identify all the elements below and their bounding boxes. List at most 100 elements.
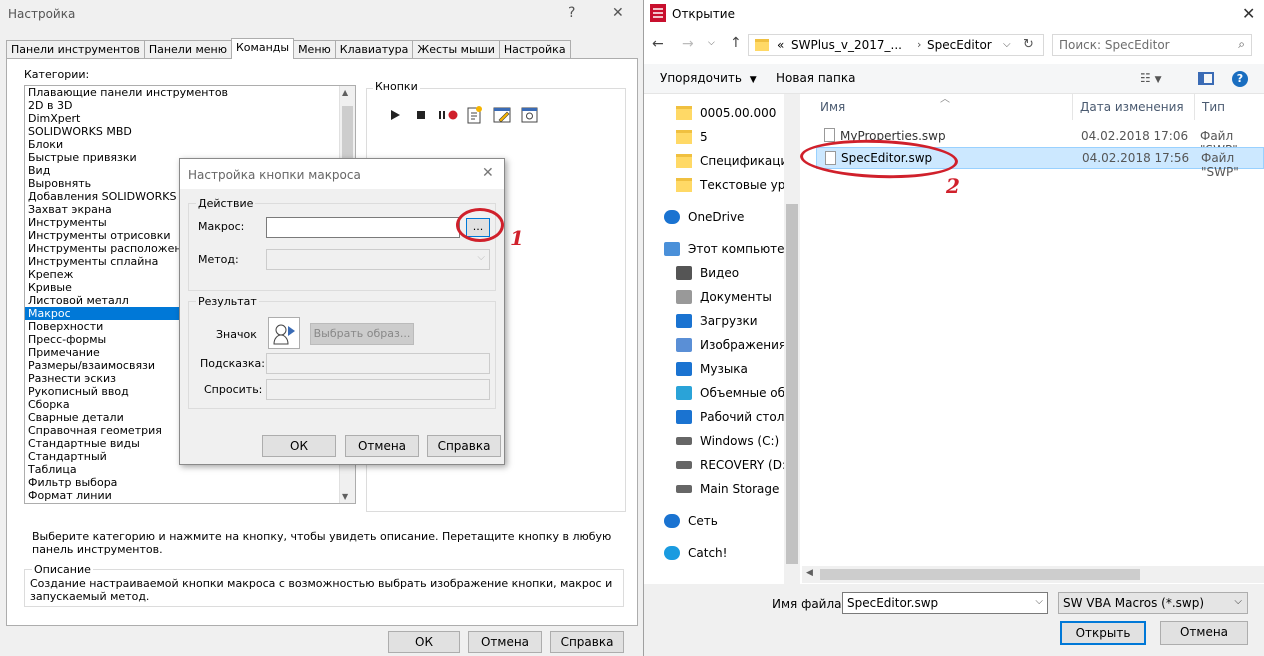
file-type-filter[interactable]: SW VBA Macros (*.swp) ⌵ <box>1058 592 1248 614</box>
nav-item[interactable]: OneDrive <box>664 210 744 224</box>
nav-item[interactable]: Catch! <box>664 546 727 560</box>
open-button[interactable]: Открыть <box>1060 621 1146 645</box>
dialog-ok-button[interactable]: ОК <box>262 435 336 457</box>
nav-item[interactable]: Рабочий стол <box>676 410 784 424</box>
download-icon <box>676 314 692 328</box>
column-name[interactable]: Имя <box>820 100 845 114</box>
hint-text: Выберите категорию и нажмите на кнопку, … <box>32 530 612 556</box>
nav-item-label: Изображения <box>700 338 787 352</box>
nav-item[interactable]: 0005.00.000 <box>676 106 776 120</box>
run-macro-icon[interactable] <box>388 108 402 122</box>
new-macro-icon[interactable] <box>466 105 484 125</box>
nav-item[interactable]: RECOVERY (D:) <box>676 458 791 472</box>
tab-menu-bars[interactable]: Панели меню <box>143 40 232 59</box>
folder-icon <box>676 130 692 144</box>
dialog-help-button[interactable]: Справка <box>427 435 501 457</box>
new-folder-button[interactable]: Новая папка <box>776 71 855 85</box>
scroll-left-icon[interactable]: ◀ <box>806 568 813 578</box>
nav-item[interactable]: Main Storage (F: <box>676 482 798 496</box>
recent-chevron-icon[interactable]: ⌵ <box>708 38 715 48</box>
cancel-button[interactable]: Отмена <box>468 631 542 653</box>
macro-path-field[interactable] <box>266 217 460 238</box>
path-segment-current[interactable]: SpecEditor <box>927 38 992 52</box>
preview-pane-icon[interactable] <box>1198 72 1214 85</box>
nav-item[interactable]: Сеть <box>664 514 718 528</box>
help-question-icon[interactable]: ? <box>1232 71 1248 87</box>
nav-item[interactable]: Этот компьютер <box>664 242 792 256</box>
description-text: Создание настраиваемой кнопки макроса с … <box>30 577 613 603</box>
method-dropdown[interactable]: ⌵ <box>266 249 490 270</box>
column-divider <box>1072 94 1073 120</box>
category-item[interactable]: SOLIDWORKS MBD <box>25 125 355 138</box>
organize-button[interactable]: Упорядочить ▼ <box>660 71 757 85</box>
scroll-down-icon[interactable]: ▼ <box>342 492 348 501</box>
column-type[interactable]: Тип <box>1202 100 1225 114</box>
help-button[interactable]: Справка <box>550 631 624 653</box>
edit-macro-icon[interactable] <box>493 106 513 124</box>
nav-item[interactable]: Объемные объ <box>676 386 794 400</box>
nav-item[interactable]: Документы <box>676 290 772 304</box>
search-box[interactable]: Поиск: SpecEditor ⌕ <box>1052 34 1252 56</box>
scroll-thumb[interactable] <box>342 106 353 166</box>
path-prefix[interactable]: « <box>777 38 784 52</box>
choose-image-button[interactable]: Выбрать образ... <box>310 323 414 345</box>
nav-scroll-thumb[interactable] <box>786 204 798 564</box>
filename-input[interactable]: SpecEditor.swp ⌵ <box>842 592 1048 614</box>
file-list-hscrollbar[interactable]: ◀ <box>802 566 1264 583</box>
close-icon[interactable]: ✕ <box>612 5 624 21</box>
nav-scrollbar[interactable] <box>784 94 800 584</box>
refresh-icon[interactable]: ↻ <box>1023 37 1034 52</box>
address-dropdown-icon[interactable]: ⌵ <box>1003 39 1011 50</box>
forward-icon[interactable]: → <box>682 36 694 52</box>
hscroll-thumb[interactable] <box>820 569 1140 580</box>
view-options-icon[interactable]: ☷ ▼ <box>1140 71 1162 85</box>
method-label: Метод: <box>198 253 239 266</box>
help-icon[interactable]: ? <box>568 5 575 21</box>
up-icon[interactable]: ↑ <box>730 35 742 51</box>
tooltip-field[interactable] <box>266 353 490 374</box>
custom-macro-button-icon[interactable] <box>521 106 539 124</box>
stop-macro-icon[interactable] <box>414 108 428 122</box>
back-icon[interactable]: ← <box>652 36 664 52</box>
scroll-up-icon[interactable]: ▲ <box>342 88 348 97</box>
open-dialog-title: Открытие <box>672 7 735 21</box>
nav-item[interactable]: 5 <box>676 130 708 144</box>
folder-icon <box>676 178 692 192</box>
nav-item[interactable]: Спецификация <box>676 154 795 168</box>
open-dialog-close-icon[interactable]: ✕ <box>1242 4 1255 23</box>
filename-dropdown-icon[interactable]: ⌵ <box>1035 596 1043 607</box>
buttons-label: Кнопки <box>373 80 420 93</box>
tab-commands[interactable]: Команды <box>231 38 295 59</box>
category-item[interactable]: Формат линии <box>25 489 355 502</box>
dialog-cancel-button[interactable]: Отмена <box>345 435 419 457</box>
ok-button[interactable]: ОК <box>388 631 460 653</box>
chevron-down-icon: ⌵ <box>477 252 485 263</box>
nav-item[interactable]: Музыка <box>676 362 748 376</box>
open-cancel-button[interactable]: Отмена <box>1160 621 1248 645</box>
prompt-field[interactable] <box>266 379 490 400</box>
category-item[interactable]: Блоки <box>25 138 355 151</box>
nav-item[interactable]: Видео <box>676 266 739 280</box>
nav-item[interactable]: Windows (C:) <box>676 434 779 448</box>
drive-icon <box>676 485 692 493</box>
nav-item[interactable]: Изображения <box>676 338 786 352</box>
category-item[interactable]: 2D в 3D <box>25 99 355 112</box>
category-item[interactable]: DimXpert <box>25 112 355 125</box>
nav-item[interactable]: Загрузки <box>676 314 758 328</box>
tab-toolbars[interactable]: Панели инструментов <box>6 40 145 59</box>
tab-keyboard[interactable]: Клавиатура <box>334 40 414 59</box>
category-item[interactable]: Плавающие панели инструментов <box>25 86 355 99</box>
tab-settings[interactable]: Настройка <box>498 40 571 59</box>
macro-icon-preview[interactable] <box>268 317 300 349</box>
nav-item[interactable]: Текстовые урок <box>676 178 800 192</box>
record-pause-macro-icon[interactable] <box>438 108 460 122</box>
dialog-close-icon[interactable]: ✕ <box>482 165 494 181</box>
tooltip-label: Подсказка: <box>200 357 265 370</box>
category-item[interactable]: Фильтр выбора <box>25 476 355 489</box>
tab-menu[interactable]: Меню <box>293 40 336 59</box>
tab-mouse-gestures[interactable]: Жесты мыши <box>412 40 500 59</box>
address-bar[interactable]: « SWPlus_v_2017_... › SpecEditor ⌵ ↻ <box>748 34 1044 56</box>
nav-item-label: Объемные объ <box>700 386 794 400</box>
path-segment-parent[interactable]: SWPlus_v_2017_... <box>791 38 902 52</box>
column-date[interactable]: Дата изменения <box>1080 100 1184 114</box>
